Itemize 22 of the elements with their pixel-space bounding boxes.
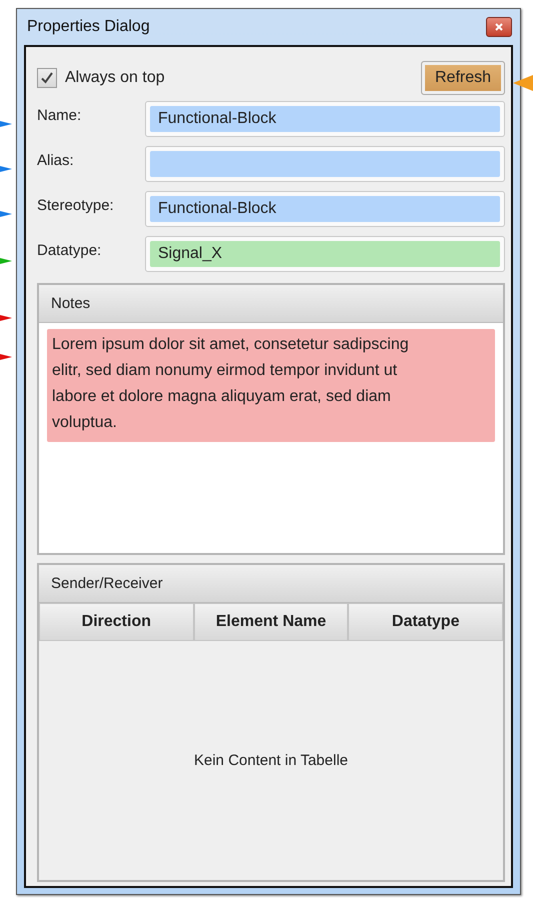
field-label: Stereotype: (37, 196, 115, 214)
check-icon (39, 70, 55, 86)
panel-title: Notes (51, 295, 90, 312)
field-label: Alias: (37, 151, 75, 169)
input-field[interactable] (145, 146, 505, 182)
checkbox-label: Always on top (65, 69, 165, 87)
notes-text[interactable]: Lorem ipsum dolor sit amet, consetetur sadipscing elitr, sed diam nonumy eirmod tempor invidunt ut labore et dolore magna aliquyam erat, sed diam voluptua. (47, 329, 495, 442)
close-icon (494, 22, 504, 32)
column-header[interactable]: Datatype (348, 603, 504, 641)
checkbox[interactable] (37, 68, 57, 88)
column-header[interactable]: Element Name (194, 603, 348, 641)
input-field[interactable]: Functional-Block (145, 101, 505, 137)
column-header[interactable]: Direction (39, 603, 194, 641)
panel-title: Sender/Receiver (51, 575, 163, 592)
input-field[interactable]: Signal_X (145, 236, 505, 272)
empty-message: Kein Content in Tabelle (194, 752, 348, 769)
field-label: Datatype: (37, 241, 102, 259)
close-button[interactable] (486, 17, 512, 37)
field-label: Name: (37, 106, 82, 124)
window-title: Properties Dialog (27, 18, 150, 36)
refresh-button[interactable]: Refresh (421, 61, 505, 95)
input-field[interactable]: Functional-Block (145, 191, 505, 227)
